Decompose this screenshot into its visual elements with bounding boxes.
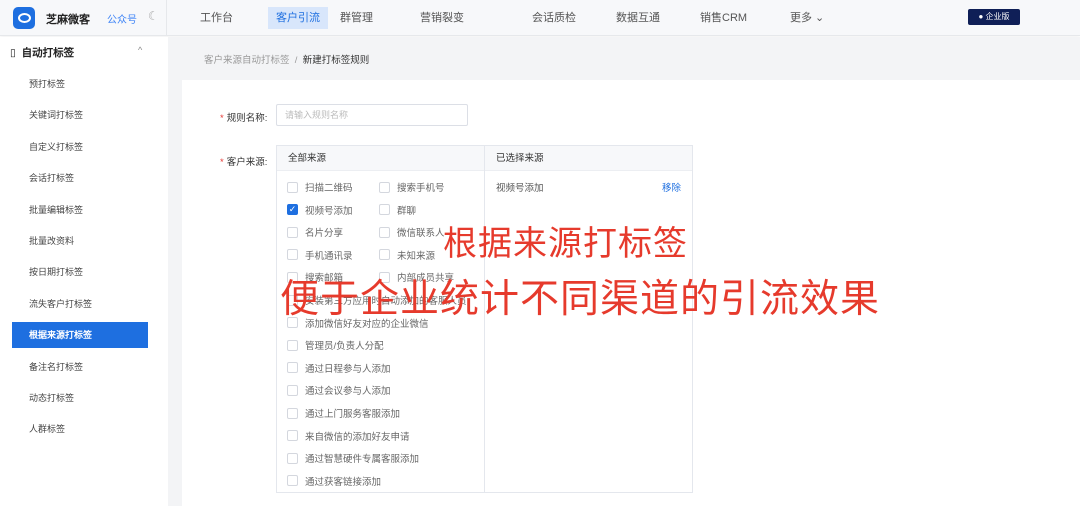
option-label: 通过获客链接添加: [305, 476, 382, 488]
sidebar-item[interactable]: 预打标签: [12, 71, 148, 97]
source-option[interactable]: 管理员/负责人分配: [287, 338, 384, 352]
sidebar-item[interactable]: 会话打标签: [12, 165, 148, 191]
checkbox[interactable]: [287, 226, 298, 238]
option-label: 管理员/负责人分配: [305, 341, 384, 353]
nav-tab[interactable]: 更多 ⌄: [782, 7, 832, 29]
gzh-link[interactable]: 公众号: [107, 11, 137, 26]
sidebar-item[interactable]: 动态打标签: [12, 385, 148, 411]
checkbox[interactable]: [287, 339, 298, 351]
option-label: 通过智慧硬件专属客服添加: [305, 454, 420, 466]
option-label: 搜索手机号: [397, 183, 445, 194]
sidebar-item[interactable]: 备注名打标签: [12, 354, 148, 380]
brand-name: 芝麻微客: [46, 14, 90, 26]
sidebar-item[interactable]: 批量改资料: [12, 228, 148, 254]
rule-name-label: * 规则名称:: [220, 113, 268, 124]
nav-tab[interactable]: 工作台: [192, 7, 241, 29]
checkbox[interactable]: [379, 226, 390, 238]
sidebar-item[interactable]: 根据来源打标签: [12, 322, 148, 349]
option-label: 未知来源: [397, 250, 436, 262]
nav-tab[interactable]: 会话质检: [524, 7, 584, 29]
source-option[interactable]: 未知来源: [379, 248, 435, 262]
source-option[interactable]: 通过日程参与人添加: [287, 361, 391, 375]
source-option[interactable]: 搜索手机号: [379, 180, 445, 194]
breadcrumb-parent[interactable]: 客户来源自动打标签: [204, 55, 290, 66]
checkbox[interactable]: [287, 384, 298, 396]
breadcrumb-sep: /: [294, 55, 298, 66]
nav-tab[interactable]: 数据互通: [608, 7, 668, 29]
checkbox[interactable]: [287, 181, 298, 193]
checkbox[interactable]: ✓: [287, 204, 298, 216]
nav-tab[interactable]: 销售CRM: [692, 7, 755, 29]
checkbox[interactable]: [287, 475, 298, 487]
sidebar-item[interactable]: 批量编辑标签: [12, 197, 148, 223]
sidebar-item[interactable]: 流失客户打标签: [12, 291, 148, 317]
nav-tab[interactable]: 群管理: [332, 7, 381, 29]
checkbox[interactable]: [379, 181, 390, 193]
option-label: 手机通讯录: [305, 250, 353, 262]
breadcrumb-current: 新建打标签规则: [302, 55, 370, 66]
source-option[interactable]: 名片分享: [287, 225, 343, 239]
source-label: * 客户来源:: [220, 157, 268, 168]
option-label: 通过上门服务客服添加: [305, 409, 401, 420]
source-option[interactable]: 手机通讯录: [287, 248, 353, 262]
sidebar-group-label: 自动打标签: [21, 47, 75, 59]
top-bar: 芝麻微客 公众号 ☾ 工作台 客户引流 群管理 营销裂变 会话质检 数据互通 销售CRM 更多…: [0, 0, 1080, 36]
checkbox[interactable]: [287, 407, 298, 419]
sidebar-item[interactable]: 按日期打标签: [12, 259, 148, 285]
checkbox[interactable]: [379, 204, 390, 216]
source-option[interactable]: ✓ 视频号添加: [287, 203, 353, 217]
rule-name-input[interactable]: [276, 104, 468, 126]
overlay-caption-1: 根据来源打标签: [443, 225, 688, 263]
sidebar-item[interactable]: 自定义打标签: [12, 134, 148, 160]
selected-sources-title: 已选择来源: [496, 153, 544, 164]
breadcrumb: 客户来源自动打标签 / 新建打标签规则: [204, 52, 369, 66]
checkbox[interactable]: [379, 249, 390, 261]
sidebar-item[interactable]: 人群标签: [12, 416, 148, 442]
source-option[interactable]: 群聊: [379, 203, 416, 217]
option-label: 来自微信的添加好友申请: [305, 431, 410, 443]
nav-tab[interactable]: 营销裂变: [412, 7, 472, 29]
nav-tab[interactable]: 客户引流: [268, 7, 328, 29]
edition-badge[interactable]: ● 企业版: [968, 9, 1020, 25]
source-option[interactable]: 来自微信的添加好友申请: [287, 429, 410, 443]
option-label: 通过会议参与人添加: [305, 386, 391, 398]
source-option[interactable]: 通过智慧硬件专属客服添加: [287, 451, 419, 465]
option-label: 扫描二维码: [305, 183, 353, 194]
theme-toggle-icon[interactable]: ☾: [148, 9, 159, 23]
logo-icon: [13, 7, 35, 29]
checkbox[interactable]: [287, 362, 298, 374]
sidebar: ▯ 自动打标签 ^ 预打标签关键词打标签 自定义打标签 会话打标签批量编辑标签 批量改…: [0, 37, 168, 506]
source-option[interactable]: 微信联系人: [379, 225, 445, 239]
source-option[interactable]: 通过上门服务客服添加: [287, 406, 400, 420]
sidebar-item[interactable]: 关键词打标签: [12, 102, 148, 128]
selected-source-item: 视频号添加: [496, 183, 544, 194]
overlay-caption-2: 便于企业统计不同渠道的引流效果: [280, 278, 881, 321]
checkbox[interactable]: [287, 430, 298, 442]
chevron-up-icon[interactable]: ^: [138, 45, 142, 55]
checkbox[interactable]: [287, 452, 298, 464]
option-label: 视频号添加: [305, 205, 353, 217]
option-label: 微信联系人: [397, 228, 445, 240]
edition-label: 企业版: [985, 12, 1010, 21]
source-option[interactable]: 通过会议参与人添加: [287, 383, 391, 397]
remove-button[interactable]: 移除: [662, 180, 681, 194]
option-label: 通过日程参与人添加: [305, 363, 391, 375]
sidebar-group-header[interactable]: ▯ 自动打标签: [10, 45, 74, 60]
divider: [166, 0, 167, 36]
all-sources-title: 全部来源: [288, 153, 327, 164]
option-label: 名片分享: [305, 228, 344, 240]
checkbox[interactable]: [287, 249, 298, 261]
source-option[interactable]: 扫描二维码: [287, 180, 353, 194]
option-label: 群聊: [397, 205, 417, 217]
source-option[interactable]: 通过获客链接添加: [287, 474, 381, 488]
